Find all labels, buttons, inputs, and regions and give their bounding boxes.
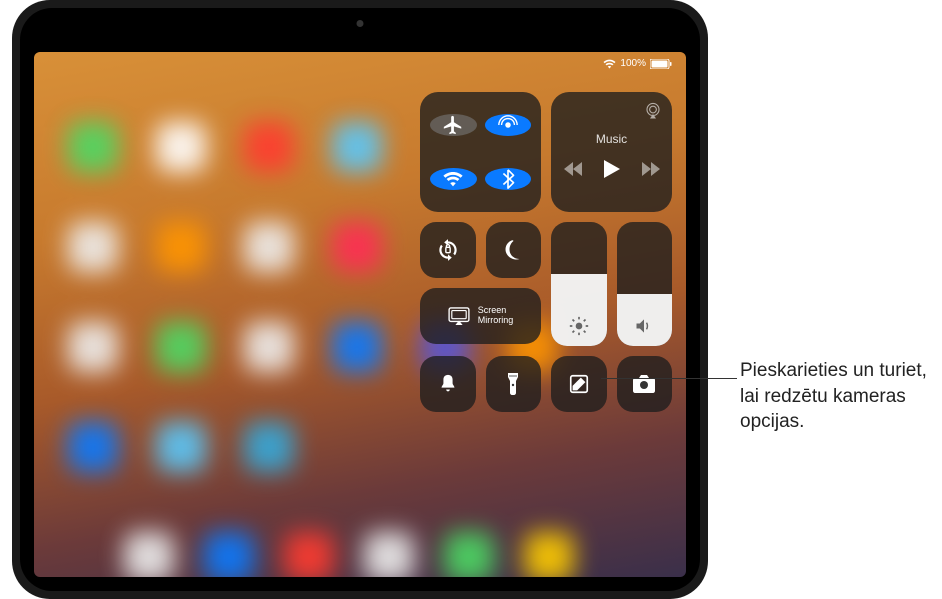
rotation-lock-button[interactable] <box>420 222 476 278</box>
wifi-button[interactable] <box>430 168 477 190</box>
brightness-slider[interactable] <box>551 222 607 346</box>
play-button[interactable] <box>604 160 620 178</box>
silent-mode-button[interactable] <box>420 356 476 412</box>
bluetooth-button[interactable] <box>485 168 532 190</box>
ipad-frame: 100% <box>12 0 708 599</box>
airdrop-button[interactable] <box>485 114 532 136</box>
notes-button[interactable] <box>551 356 607 412</box>
battery-percent: 100% <box>620 58 646 69</box>
camera-button[interactable] <box>617 356 673 412</box>
previous-track-button[interactable] <box>564 162 582 176</box>
callout-text: Pieskarieties un turiet, lai redzētu kam… <box>740 358 930 435</box>
airplay-icon[interactable] <box>644 102 662 120</box>
device-inner: 100% <box>20 8 700 591</box>
screen-mirroring-label: Screen Mirroring <box>478 306 514 326</box>
wifi-icon <box>603 59 616 69</box>
next-track-button[interactable] <box>642 162 660 176</box>
brightness-icon <box>569 316 589 336</box>
airplane-mode-button[interactable] <box>430 114 477 136</box>
volume-icon <box>634 316 654 336</box>
front-camera <box>357 20 364 27</box>
screen: 100% <box>34 52 686 577</box>
screen-mirroring-button[interactable]: Screen Mirroring <box>420 288 541 344</box>
callout-leader-line <box>601 378 737 379</box>
do-not-disturb-button[interactable] <box>486 222 542 278</box>
music-module[interactable]: Music <box>551 92 672 212</box>
battery-icon <box>650 59 672 69</box>
control-center: Music <box>420 92 672 412</box>
flashlight-button[interactable] <box>486 356 542 412</box>
connectivity-module[interactable] <box>420 92 541 212</box>
volume-slider[interactable] <box>617 222 673 346</box>
music-label: Music <box>596 132 627 146</box>
status-bar: 100% <box>603 58 672 69</box>
